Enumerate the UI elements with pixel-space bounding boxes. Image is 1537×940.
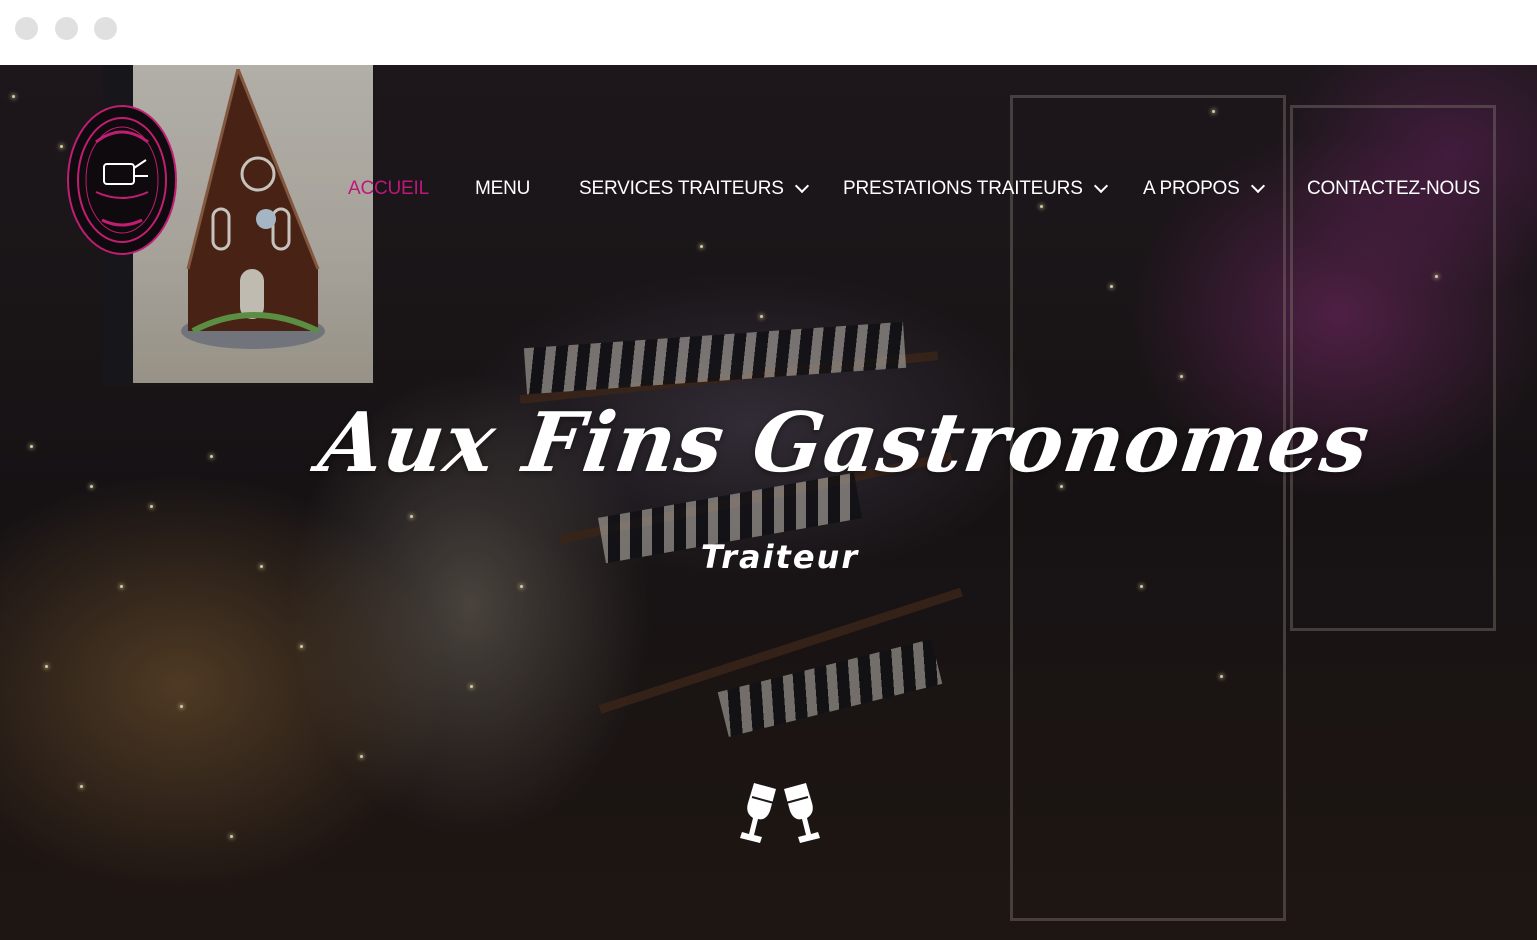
nav-item-menu[interactable]: MENU bbox=[475, 177, 530, 201]
nav-item-services-traiteurs[interactable]: SERVICES TRAITEURS bbox=[579, 177, 809, 201]
hero-banner: ACCUEIL MENU SERVICES TRAITEURS PRESTATI… bbox=[0, 65, 1537, 940]
nav-item-prestations-traiteurs[interactable]: PRESTATIONS TRAITEURS bbox=[843, 177, 1108, 201]
nav-item-label: ACCUEIL bbox=[348, 178, 429, 199]
nav-item-label: SERVICES TRAITEURS bbox=[579, 178, 784, 199]
nav-item-accueil[interactable]: ACCUEIL bbox=[348, 177, 429, 201]
nav-item-a-propos[interactable]: A PROPOS bbox=[1143, 177, 1265, 201]
nav-item-label: CONTACTEZ-NOUS bbox=[1307, 178, 1481, 199]
nav-item-label: MENU bbox=[475, 178, 531, 199]
window-minimize-dot[interactable] bbox=[55, 17, 78, 40]
aux-fins-gastronomes-logo-icon bbox=[77, 117, 167, 243]
hero-title: Aux Fins Gastronomes bbox=[313, 395, 1376, 491]
nav-item-label: PRESTATIONS TRAITEURS bbox=[843, 178, 1083, 199]
hero-subtitle: Traiteur bbox=[700, 538, 860, 576]
window-close-dot[interactable] bbox=[15, 17, 38, 40]
chevron-down-icon bbox=[794, 178, 809, 194]
window-maximize-dot[interactable] bbox=[94, 17, 117, 40]
browser-chrome bbox=[0, 0, 1537, 65]
chevron-down-icon bbox=[1250, 178, 1265, 194]
nav-item-label: A PROPOS bbox=[1143, 178, 1240, 199]
site-logo[interactable] bbox=[67, 105, 177, 255]
nav-item-contactez-nous[interactable]: CONTACTEZ-NOUS bbox=[1307, 177, 1480, 201]
champagne-glasses-icon bbox=[740, 783, 820, 843]
chevron-down-icon bbox=[1093, 178, 1108, 194]
